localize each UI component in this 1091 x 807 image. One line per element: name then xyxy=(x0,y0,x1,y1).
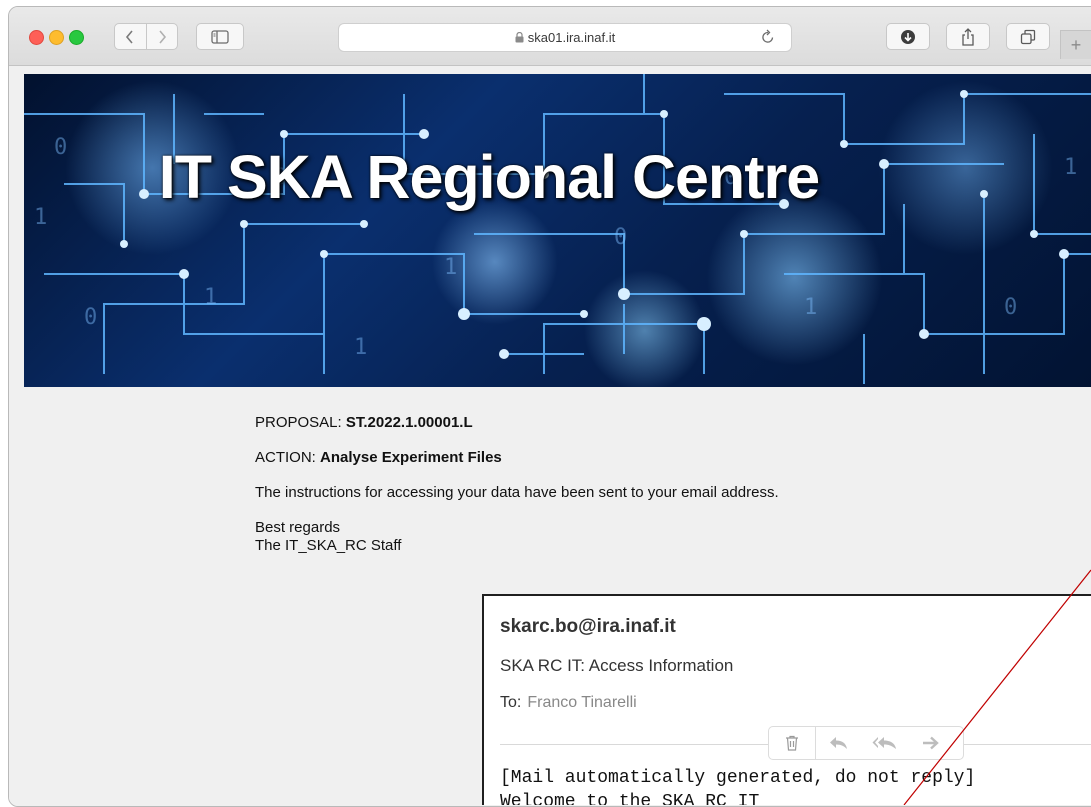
forward-mail-button[interactable] xyxy=(908,736,954,750)
back-button[interactable] xyxy=(115,24,146,49)
proposal-id: ST.2022.1.00001.L xyxy=(345,414,473,431)
forward-icon xyxy=(923,736,939,750)
zoom-window-button[interactable] xyxy=(69,30,84,45)
tabs-icon xyxy=(1020,29,1036,44)
svg-text:1: 1 xyxy=(804,295,817,320)
svg-text:0: 0 xyxy=(614,225,627,250)
forward-icon xyxy=(159,29,166,44)
back-icon xyxy=(126,29,133,44)
email-body-line-2: Welcome to the SKA RC IT xyxy=(500,792,760,805)
close-window-button[interactable] xyxy=(29,30,44,45)
instructions-text: The instructions for accessing your data… xyxy=(255,484,779,501)
email-preview: skarc.bo@ira.inaf.it SKA RC IT: Access I… xyxy=(482,594,1091,805)
trash-icon xyxy=(786,735,798,751)
svg-text:1: 1 xyxy=(204,285,217,310)
signature: Best regards The IT_SKA_RC Staff xyxy=(255,519,402,554)
circuit-pattern: 010 101 01 0 101 xyxy=(24,74,1091,384)
share-icon xyxy=(962,27,974,46)
email-body-line-1: [Mail automatically generated, do not re… xyxy=(500,768,976,788)
proposal-line: PROPOSAL: ST.2022.1.00001.L xyxy=(255,414,473,431)
address-bar[interactable]: ska01.ira.inaf.it xyxy=(338,23,792,52)
banner-title: IT SKA Regional Centre xyxy=(158,143,820,211)
action-name: Analyse Experiment Files xyxy=(320,449,502,466)
svg-text:1: 1 xyxy=(444,255,457,280)
browser-toolbar: ska01.ira.inaf.it xyxy=(9,7,1091,66)
lock-icon xyxy=(515,32,524,43)
email-sender: skarc.bo@ira.inaf.it xyxy=(500,616,676,637)
email-recipient: To: Franco Tinarelli xyxy=(500,694,637,711)
url-text: ska01.ira.inaf.it xyxy=(527,30,616,45)
history-nav xyxy=(114,23,178,50)
svg-text:1: 1 xyxy=(354,335,367,360)
reply-all-icon xyxy=(872,737,896,749)
email-subject: SKA RC IT: Access Information xyxy=(500,656,734,675)
svg-text:1: 1 xyxy=(1064,155,1077,180)
delete-button[interactable] xyxy=(769,727,816,759)
tab-overview-button[interactable] xyxy=(1006,23,1050,50)
reply-all-button[interactable] xyxy=(862,736,908,750)
confirmation-message: PROPOSAL: ST.2022.1.00001.L ACTION: Anal… xyxy=(255,414,779,555)
action-line: ACTION: Analyse Experiment Files xyxy=(255,449,502,466)
reload-icon[interactable] xyxy=(761,29,775,45)
svg-text:0: 0 xyxy=(1004,295,1017,320)
sidebar-button[interactable] xyxy=(196,23,244,50)
reply-button[interactable] xyxy=(816,736,862,750)
downloads-button[interactable] xyxy=(886,23,930,50)
new-tab-button[interactable]: + xyxy=(1060,30,1091,59)
banner-image: 010 101 010 101 IT SKA Regional Centre xyxy=(24,74,1091,387)
sidebar-icon xyxy=(211,29,229,44)
email-toolbar xyxy=(768,726,964,760)
forward-button[interactable] xyxy=(145,24,178,49)
reply-icon xyxy=(830,737,847,749)
share-button[interactable] xyxy=(946,23,990,50)
svg-text:0: 0 xyxy=(84,305,97,330)
download-icon xyxy=(901,29,915,44)
minimize-window-button[interactable] xyxy=(49,30,64,45)
